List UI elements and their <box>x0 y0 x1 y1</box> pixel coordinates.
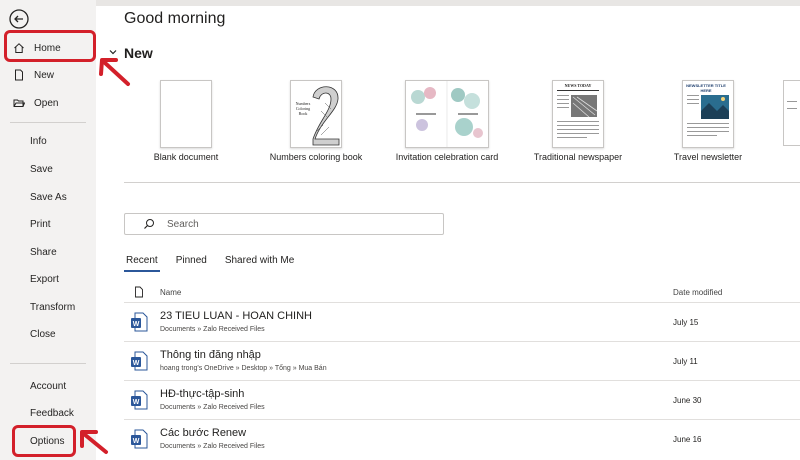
sidebar-item-share[interactable]: Share <box>6 241 90 263</box>
sidebar-item-label: Save As <box>30 191 67 203</box>
sidebar-item-label: New <box>34 69 55 81</box>
sidebar-item-label: Info <box>30 135 47 147</box>
svg-text:W: W <box>133 399 140 406</box>
sidebar-item-label: Close <box>30 328 56 340</box>
tab-shared-with-me[interactable]: Shared with Me <box>223 255 296 270</box>
sidebar-divider <box>10 363 86 364</box>
sidebar-item-close[interactable]: Close <box>6 323 90 345</box>
search-icon <box>144 219 154 229</box>
sidebar-item-account[interactable]: Account <box>6 375 90 397</box>
sidebar-item-save-as[interactable]: Save As <box>6 186 90 208</box>
word-document-icon: W <box>131 351 148 371</box>
table-row[interactable]: W HĐ-thực-tập-sinh Documents » Zalo Rece… <box>124 382 800 420</box>
invitation-illustration <box>411 81 483 147</box>
table-divider <box>124 302 800 303</box>
row-divider <box>124 380 800 381</box>
search-box[interactable]: Search <box>124 213 444 235</box>
sidebar-item-feedback[interactable]: Feedback <box>6 402 90 424</box>
back-arrow-icon[interactable] <box>8 8 30 30</box>
sidebar-item-label: Open <box>34 97 59 109</box>
template-thumbnail: NEWSLETTER TITLE HERE <box>682 80 734 148</box>
svg-text:W: W <box>133 321 140 328</box>
file-date: July 15 <box>673 318 699 327</box>
row-divider <box>124 419 800 420</box>
template-thumbnail: Numbers Coloring Book <box>290 80 342 148</box>
sidebar-item-label: Export <box>30 273 59 285</box>
template-thumbnail <box>160 80 212 148</box>
sidebar-item-open[interactable]: Open <box>6 92 90 114</box>
sidebar-item-label: Account <box>30 380 67 392</box>
file-path: Documents » Zalo Received Files <box>160 404 265 411</box>
word-document-icon: W <box>131 429 148 449</box>
folder-open-icon <box>12 96 26 110</box>
sidebar-item-print[interactable]: Print <box>6 213 90 235</box>
template-label: Invitation celebration card <box>395 152 499 162</box>
section-divider <box>124 182 800 183</box>
annotation-arrow-icon <box>80 430 108 454</box>
sidebar-item-label: Print <box>30 218 51 230</box>
sidebar-item-label: Transform <box>30 301 76 313</box>
template-invitation-celebration-card[interactable]: Invitation celebration card <box>392 80 502 162</box>
file-path: Documents » Zalo Received Files <box>160 443 265 450</box>
file-name: HĐ-thực-tập-sinh <box>160 388 245 400</box>
sidebar-item-label: Feedback <box>30 407 74 419</box>
template-label: Blank document <box>153 152 219 162</box>
greeting-heading: Good morning <box>124 10 226 27</box>
sidebar-item-transform[interactable]: Transform <box>6 296 90 318</box>
window-top-strip <box>96 0 800 6</box>
number-two-illustration <box>312 86 340 146</box>
home-highlight-box <box>4 30 96 62</box>
template-label: Numbers coloring book <box>269 152 363 162</box>
column-header-date-modified[interactable]: Date modified <box>673 288 722 297</box>
table-row[interactable]: W 23 TIEU LUAN - HOAN CHINH Documents » … <box>124 304 800 342</box>
sidebar-divider <box>10 122 86 123</box>
template-thumbnail: NEWS TODAY <box>552 80 604 148</box>
template-traditional-newspaper[interactable]: NEWS TODAY Traditional newspaper <box>523 80 633 162</box>
tab-pinned[interactable]: Pinned <box>174 255 209 270</box>
template-travel-newsletter[interactable]: NEWSLETTER TITLE HERE Travel newsletter <box>653 80 763 162</box>
sidebar-item-export[interactable]: Export <box>6 268 90 290</box>
file-tabs: Recent Pinned Shared with Me <box>124 255 310 275</box>
file-name: Các bước Renew <box>160 427 247 439</box>
template-label: Travel newsletter <box>673 152 743 162</box>
sidebar-item-save[interactable]: Save <box>6 158 90 180</box>
template-thumbnail <box>405 80 489 148</box>
template-partial-thumbnail[interactable] <box>783 80 800 146</box>
file-path: hoang trong's OneDrive » Desktop » Tổng … <box>160 365 327 372</box>
template-label: Traditional newspaper <box>533 152 623 162</box>
table-row[interactable]: W Các bước Renew Documents » Zalo Receiv… <box>124 421 800 459</box>
travel-photo-illustration <box>687 95 729 136</box>
svg-text:W: W <box>133 360 140 367</box>
sidebar-item-new[interactable]: New <box>6 64 90 86</box>
sidebar-item-info[interactable]: Info <box>6 130 90 152</box>
file-type-header-icon <box>135 286 143 298</box>
file-date: June 16 <box>673 435 702 444</box>
newspaper-illustration <box>557 90 599 138</box>
file-path: Documents » Zalo Received Files <box>160 326 265 333</box>
file-name: 23 TIEU LUAN - HOAN CHINH <box>160 310 312 322</box>
search-input[interactable]: Search <box>167 219 199 230</box>
row-divider <box>124 341 800 342</box>
sidebar-item-label: Save <box>30 163 53 175</box>
file-date: July 11 <box>673 357 698 366</box>
backstage-sidebar: Home New Open Info Save Save As Print Sh… <box>0 0 96 460</box>
table-row[interactable]: W Thông tin đăng nhập hoang trong's OneD… <box>124 343 800 381</box>
options-highlight-box <box>12 425 76 457</box>
word-document-icon: W <box>131 390 148 410</box>
svg-text:W: W <box>133 438 140 445</box>
column-header-name[interactable]: Name <box>160 288 181 297</box>
template-blank-document[interactable]: Blank document <box>131 80 241 162</box>
word-document-icon: W <box>131 312 148 332</box>
annotation-arrow-icon <box>99 58 130 86</box>
template-numbers-coloring-book[interactable]: Numbers Coloring Book Numbers coloring b… <box>261 80 371 162</box>
file-date: June 30 <box>673 396 702 405</box>
new-document-icon <box>12 68 26 82</box>
file-name: Thông tin đăng nhập <box>160 349 261 361</box>
tab-recent[interactable]: Recent <box>124 255 160 272</box>
sidebar-item-label: Share <box>30 246 57 258</box>
